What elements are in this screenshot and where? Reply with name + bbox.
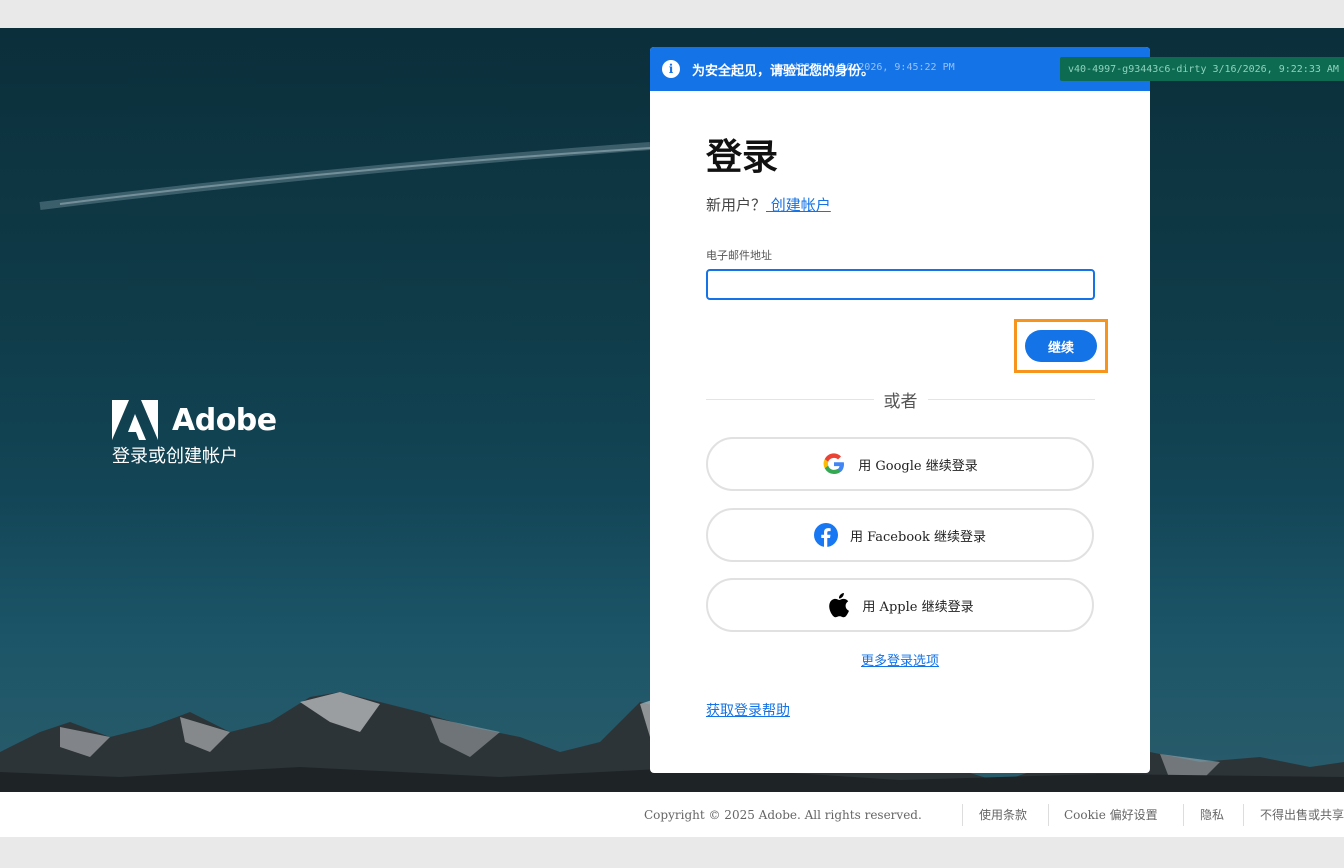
footer-separator <box>962 804 963 826</box>
info-icon: i <box>662 60 680 78</box>
cookie-preferences-link[interactable]: Cookie 偏好设置 <box>1064 806 1158 823</box>
google-icon <box>822 452 846 476</box>
continue-button[interactable]: 继续 <box>1025 330 1097 362</box>
copyright-text: Copyright © 2025 Adobe. All rights reser… <box>644 807 922 822</box>
page-title: 登录 <box>706 136 779 178</box>
brand-block: Adobe 登录或创建帐户 <box>112 400 277 468</box>
email-label: 电子邮件地址 <box>706 249 772 262</box>
terms-link[interactable]: 使用条款 <box>979 806 1027 823</box>
brand-name: Adobe <box>172 402 277 438</box>
debug-overlay: gcad8875 3/16/2026, 9:45:22 PM <box>774 62 955 73</box>
footer-separator <box>1243 804 1244 826</box>
apple-icon <box>826 593 850 618</box>
apple-login-button[interactable]: 用 Apple 继续登录 <box>706 578 1094 632</box>
or-divider: 或者 <box>706 387 1095 412</box>
footer-separator <box>1183 804 1184 826</box>
footer: Copyright © 2025 Adobe. All rights reser… <box>0 792 1344 837</box>
google-login-button[interactable]: 用 Google 继续登录 <box>706 437 1094 491</box>
email-field[interactable] <box>706 269 1095 300</box>
card-body: 登录 新用户？ 创建帐户 电子邮件地址 <box>650 135 1150 300</box>
continue-highlight: 继续 <box>1014 319 1108 373</box>
do-not-sell-link[interactable]: 不得出售或共享我的个人信息 <box>1260 806 1344 823</box>
or-label: 或者 <box>883 392 918 412</box>
google-login-label: 用 Google 继续登录 <box>858 458 978 474</box>
brand-subtitle: 登录或创建帐户 <box>112 446 238 467</box>
divider-line <box>706 399 874 400</box>
adobe-logo-icon <box>112 400 158 440</box>
login-help-link[interactable]: 获取登录帮助 <box>706 700 790 720</box>
create-account-link[interactable]: 创建帐户 <box>766 196 831 214</box>
footer-separator <box>1048 804 1049 826</box>
facebook-login-label: 用 Facebook 继续登录 <box>850 529 986 545</box>
facebook-login-button[interactable]: 用 Facebook 继续登录 <box>706 508 1094 562</box>
more-login-options-link[interactable]: 更多登录选项 <box>650 650 1150 669</box>
new-user-row: 新用户？ 创建帐户 <box>706 194 1095 215</box>
login-card: i 为安全起见，请验证您的身份。 gcad8875 3/16/2026, 9:4… <box>650 47 1150 773</box>
privacy-link[interactable]: 隐私 <box>1200 806 1224 823</box>
apple-login-label: 用 Apple 继续登录 <box>862 599 974 615</box>
facebook-icon <box>814 523 838 547</box>
version-badge: v40-4997-g93443c6-dirty 3/16/2026, 9:22:… <box>1060 57 1344 81</box>
new-user-prompt: 新用户？ <box>706 196 767 214</box>
divider-line <box>927 399 1095 400</box>
